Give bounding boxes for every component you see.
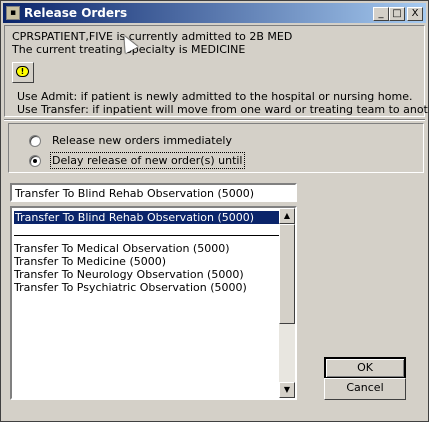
close-button[interactable]: X (407, 7, 423, 21)
admission-text: CPRSPATIENT,FIVE is currently admitted t… (12, 30, 293, 43)
list-item[interactable]: Transfer To Neurology Observation (5000) (14, 268, 244, 281)
patient-info-panel: CPRSPATIENT,FIVE is currently admitted t… (4, 25, 429, 117)
list-item[interactable]: Transfer To Blind Rehab Observation (500… (14, 211, 281, 224)
speech-bubble-icon: ! (16, 66, 29, 77)
app-icon[interactable]: ▪ (6, 6, 20, 20)
event-search-input[interactable]: Transfer To Blind Rehab Observation (500… (10, 183, 297, 202)
list-item[interactable]: Transfer To Medical Observation (5000) (14, 242, 230, 255)
release-option-group: Release new orders immediately Delay rel… (8, 123, 424, 173)
help-admit-text: Use Admit: if patient is newly admitted … (17, 90, 413, 103)
list-item[interactable]: Transfer To Medicine (5000) (14, 255, 166, 268)
delay-release-radio[interactable] (29, 155, 41, 167)
title-bar[interactable]: ▪ Release Orders _ □ X (3, 3, 426, 23)
help-transfer-text: Use Transfer: if inpatient will move fro… (17, 103, 429, 116)
minimize-button[interactable]: _ (373, 7, 389, 21)
cancel-button[interactable]: Cancel (324, 378, 406, 400)
list-item[interactable]: Transfer To Psychiatric Observation (500… (14, 281, 247, 294)
release-now-radio[interactable] (29, 135, 41, 147)
delay-release-label[interactable]: Delay release of new order(s) until (50, 152, 245, 169)
release-now-label[interactable]: Release new orders immediately (52, 134, 232, 147)
scroll-up-icon[interactable]: ▲ (279, 208, 295, 224)
scroll-thumb[interactable] (279, 224, 295, 324)
scroll-down-icon[interactable]: ▼ (279, 382, 295, 398)
list-scrollbar[interactable]: ▲ ▼ (279, 208, 295, 398)
notice-button[interactable]: ! (12, 62, 34, 83)
divider (4, 119, 425, 121)
event-listbox[interactable]: Transfer To Blind Rehab Observation (500… (10, 206, 297, 400)
window-title: Release Orders (24, 6, 128, 20)
ok-button[interactable]: OK (324, 357, 406, 379)
maximize-button[interactable]: □ (389, 7, 405, 21)
release-orders-dialog: ▪ Release Orders _ □ X CPRSPATIENT,FIVE … (0, 0, 429, 422)
list-separator (14, 235, 284, 236)
